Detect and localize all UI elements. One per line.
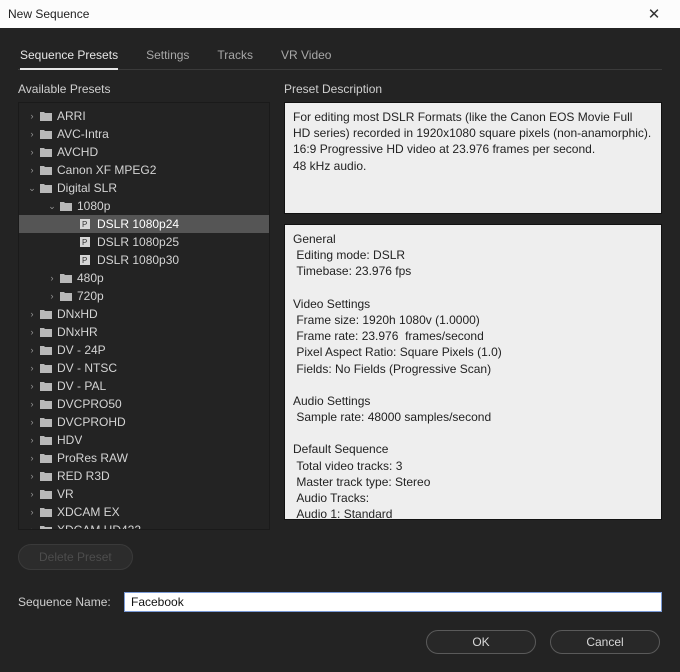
preset-icon: P <box>79 236 93 248</box>
preset-description-label: Preset Description <box>284 82 662 96</box>
tree-item-480p[interactable]: ›480p <box>19 269 269 287</box>
titlebar: New Sequence ✕ <box>0 0 680 28</box>
svg-text:P: P <box>82 238 87 247</box>
chevron-right-icon: › <box>25 417 39 427</box>
preset-description[interactable]: For editing most DSLR Formats (like the … <box>284 102 662 214</box>
tree-item-dslr-1080p30[interactable]: PDSLR 1080p30 <box>19 251 269 269</box>
folder-icon <box>39 146 53 158</box>
ok-button[interactable]: OK <box>426 630 536 654</box>
chevron-right-icon: › <box>25 129 39 139</box>
preset-icon: P <box>79 218 93 230</box>
tree-item[interactable]: ›DNxHD <box>19 305 269 323</box>
delete-preset-button: Delete Preset <box>18 544 133 570</box>
folder-icon <box>59 272 73 284</box>
tab-settings[interactable]: Settings <box>146 44 189 69</box>
chevron-down-icon: ⌄ <box>25 183 39 194</box>
folder-icon <box>39 470 53 482</box>
chevron-down-icon: ⌄ <box>45 201 59 212</box>
tree-item[interactable]: ›DV - 24P <box>19 341 269 359</box>
folder-icon <box>59 200 73 212</box>
tree-item-digital-slr[interactable]: ⌄Digital SLR <box>19 179 269 197</box>
tree-item[interactable]: ›HDV <box>19 431 269 449</box>
cancel-button[interactable]: Cancel <box>550 630 660 654</box>
chevron-right-icon: › <box>25 435 39 445</box>
preset-tree[interactable]: ›ARRI ›AVC-Intra ›AVCHD ›Canon XF MPEG2 … <box>18 102 270 530</box>
folder-icon <box>39 380 53 392</box>
preset-icon: P <box>79 254 93 266</box>
chevron-right-icon: › <box>25 309 39 319</box>
sequence-name-label: Sequence Name: <box>18 595 114 609</box>
svg-text:P: P <box>82 256 87 265</box>
tab-bar: Sequence Presets Settings Tracks VR Vide… <box>18 44 662 70</box>
chevron-right-icon: › <box>25 489 39 499</box>
tree-item[interactable]: ›ProRes RAW <box>19 449 269 467</box>
desc-line: 48 kHz audio. <box>293 158 653 174</box>
tab-vr-video[interactable]: VR Video <box>281 44 331 69</box>
tree-item[interactable]: ›XDCAM HD422 <box>19 521 269 530</box>
folder-icon <box>39 164 53 176</box>
chevron-right-icon: › <box>25 471 39 481</box>
chevron-right-icon: › <box>25 147 39 157</box>
tree-item[interactable]: ›DNxHR <box>19 323 269 341</box>
tab-sequence-presets[interactable]: Sequence Presets <box>20 44 118 70</box>
folder-icon <box>59 290 73 302</box>
close-icon[interactable]: ✕ <box>636 5 672 23</box>
tree-item-dslr-1080p24[interactable]: PDSLR 1080p24 <box>19 215 269 233</box>
tree-item[interactable]: ›AVC-Intra <box>19 125 269 143</box>
folder-icon <box>39 308 53 320</box>
tree-item[interactable]: ›DV - NTSC <box>19 359 269 377</box>
chevron-right-icon: › <box>25 381 39 391</box>
folder-icon <box>39 362 53 374</box>
chevron-right-icon: › <box>25 399 39 409</box>
chevron-right-icon: › <box>25 525 39 530</box>
folder-icon <box>39 488 53 500</box>
tree-item-720p[interactable]: ›720p <box>19 287 269 305</box>
folder-icon <box>39 128 53 140</box>
tree-item[interactable]: ›RED R3D <box>19 467 269 485</box>
available-presets-label: Available Presets <box>18 82 270 96</box>
folder-icon <box>39 524 53 530</box>
preset-details[interactable]: General Editing mode: DSLR Timebase: 23.… <box>284 224 662 520</box>
chevron-right-icon: › <box>25 327 39 337</box>
chevron-right-icon: › <box>45 291 59 301</box>
folder-icon <box>39 344 53 356</box>
desc-line: For editing most DSLR Formats (like the … <box>293 109 653 141</box>
folder-icon <box>39 452 53 464</box>
folder-icon <box>39 506 53 518</box>
svg-text:P: P <box>82 220 87 229</box>
chevron-right-icon: › <box>25 363 39 373</box>
tab-tracks[interactable]: Tracks <box>217 44 253 69</box>
folder-icon <box>39 326 53 338</box>
tree-item[interactable]: ›Canon XF MPEG2 <box>19 161 269 179</box>
tree-item[interactable]: ›VR <box>19 485 269 503</box>
chevron-right-icon: › <box>25 453 39 463</box>
folder-icon <box>39 110 53 122</box>
chevron-right-icon: › <box>25 345 39 355</box>
folder-icon <box>39 398 53 410</box>
chevron-right-icon: › <box>45 273 59 283</box>
folder-icon <box>39 416 53 428</box>
desc-line: 16:9 Progressive HD video at 23.976 fram… <box>293 141 653 157</box>
tree-item[interactable]: ›DV - PAL <box>19 377 269 395</box>
window-title: New Sequence <box>8 7 89 21</box>
tree-item[interactable]: ›XDCAM EX <box>19 503 269 521</box>
chevron-right-icon: › <box>25 507 39 517</box>
tree-item-1080p[interactable]: ⌄1080p <box>19 197 269 215</box>
chevron-right-icon: › <box>25 165 39 175</box>
sequence-name-input[interactable] <box>124 592 662 612</box>
folder-icon <box>39 434 53 446</box>
tree-item[interactable]: ›DVCPROHD <box>19 413 269 431</box>
folder-icon <box>39 182 53 194</box>
tree-item-dslr-1080p25[interactable]: PDSLR 1080p25 <box>19 233 269 251</box>
chevron-right-icon: › <box>25 111 39 121</box>
tree-item[interactable]: ›ARRI <box>19 107 269 125</box>
tree-item[interactable]: ›DVCPRO50 <box>19 395 269 413</box>
tree-item[interactable]: ›AVCHD <box>19 143 269 161</box>
